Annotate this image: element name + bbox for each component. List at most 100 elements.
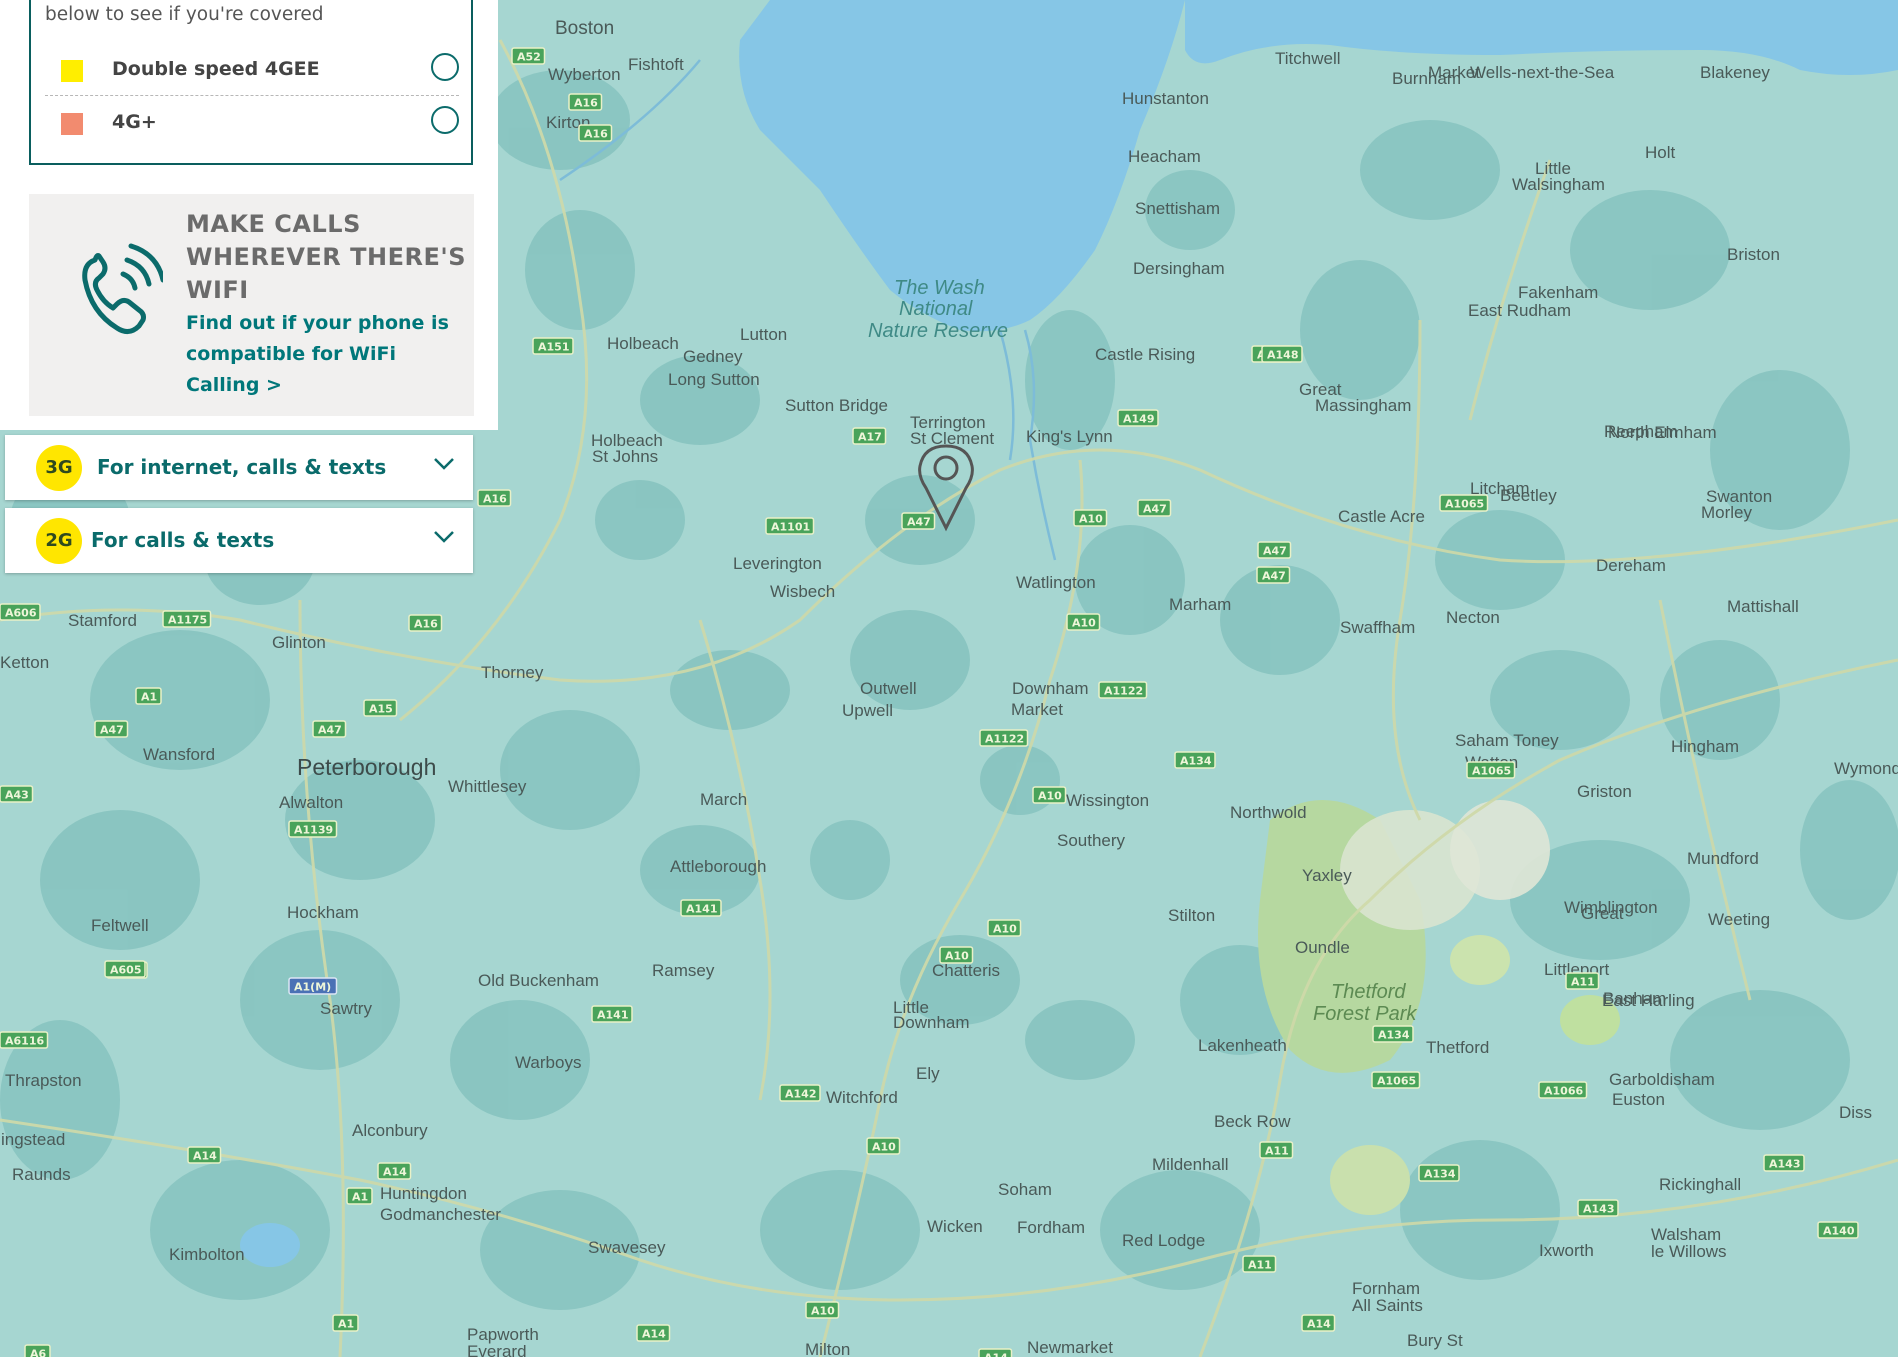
place-label: Garboldisham bbox=[1609, 1070, 1715, 1089]
road-shield: A47 bbox=[94, 720, 129, 738]
place-label: Weeting bbox=[1708, 910, 1770, 929]
place-label: Mildenhall bbox=[1152, 1155, 1229, 1174]
place-label: Boston bbox=[555, 18, 614, 39]
place-label: Southery bbox=[1057, 831, 1126, 850]
place-label: Sutton Bridge bbox=[785, 396, 888, 415]
road-shield: A142 bbox=[779, 1084, 821, 1102]
place-label: Warboys bbox=[515, 1053, 581, 1072]
place-label: St Johns bbox=[592, 447, 658, 466]
place-label: Soham bbox=[998, 1180, 1052, 1199]
svg-text:A17: A17 bbox=[858, 431, 882, 444]
place-label: Hockham bbox=[287, 903, 359, 922]
chevron-down-icon[interactable] bbox=[433, 530, 455, 544]
road-shield: A1065 bbox=[1439, 494, 1489, 512]
place-label: North Elmham bbox=[1608, 423, 1717, 442]
place-label: Dereham bbox=[1596, 556, 1666, 575]
radio-4g-plus[interactable] bbox=[431, 106, 459, 134]
road-shield: A15 bbox=[363, 699, 398, 717]
place-label: Bury St bbox=[1407, 1331, 1463, 1350]
svg-text:A1175: A1175 bbox=[168, 614, 207, 627]
svg-text:A10: A10 bbox=[1038, 790, 1062, 803]
svg-text:A605: A605 bbox=[110, 964, 141, 977]
svg-text:A1065: A1065 bbox=[1445, 498, 1484, 511]
place-label: Ramsey bbox=[652, 961, 715, 980]
svg-text:A606: A606 bbox=[5, 607, 37, 620]
road-shield: A1(M) bbox=[288, 977, 338, 995]
place-label: Peterborough bbox=[297, 754, 436, 780]
place-label: Titchwell bbox=[1275, 49, 1341, 68]
radio-4gee[interactable] bbox=[431, 53, 459, 81]
place-label: All Saints bbox=[1352, 1296, 1423, 1315]
road-shield: A14 bbox=[187, 1146, 222, 1164]
place-label: Wells-next-the-Sea bbox=[1470, 63, 1615, 82]
road-shield: A16 bbox=[568, 93, 603, 111]
place-label: Red Lodge bbox=[1122, 1231, 1205, 1250]
place-label: Oundle bbox=[1295, 938, 1350, 957]
road-shield: A141 bbox=[591, 1005, 633, 1023]
wifi-calling-link[interactable]: Find out if your phone is compatible for… bbox=[186, 308, 456, 401]
place-label: Fordham bbox=[1017, 1218, 1085, 1237]
road-shield: A134 bbox=[1174, 751, 1216, 769]
road-shield: A1066 bbox=[1538, 1081, 1588, 1099]
place-label: Castle Rising bbox=[1095, 345, 1195, 364]
place-label: Huntingdon bbox=[380, 1184, 467, 1203]
place-label: Wicken bbox=[927, 1217, 983, 1236]
place-label: Beetley bbox=[1500, 486, 1557, 505]
legend-box: Select either Double speed 4GEE or 4G be… bbox=[29, 0, 473, 165]
place-label: Chatteris bbox=[932, 961, 1000, 980]
place-label: Great bbox=[1581, 904, 1624, 923]
place-label: Yaxley bbox=[1302, 866, 1352, 885]
svg-text:A1065: A1065 bbox=[1472, 765, 1511, 778]
road-shield: A1175 bbox=[162, 610, 212, 628]
legend-item-double-speed-4gee[interactable]: Double speed 4GEE bbox=[45, 45, 459, 96]
road-shield: A47 bbox=[1257, 541, 1292, 559]
road-shield: A6116 bbox=[0, 1031, 49, 1049]
road-shield: A10 bbox=[1073, 509, 1108, 527]
road-shield: A143 bbox=[1577, 1199, 1619, 1217]
svg-text:A134: A134 bbox=[1424, 1168, 1456, 1181]
water-label: National bbox=[899, 298, 973, 320]
svg-text:A14: A14 bbox=[642, 1328, 666, 1341]
road-shield: A47 bbox=[312, 720, 347, 738]
place-label: Fakenham bbox=[1518, 283, 1598, 302]
road-shield: A17 bbox=[852, 427, 887, 445]
svg-text:A148: A148 bbox=[1267, 349, 1298, 362]
road-shield: A1 bbox=[135, 687, 162, 705]
place-label: King's Lynn bbox=[1026, 427, 1113, 446]
place-label: Northwold bbox=[1230, 803, 1307, 822]
place-label: Kimbolton bbox=[169, 1245, 245, 1264]
chevron-down-icon[interactable] bbox=[433, 457, 455, 471]
wifi-calling-card: MAKE CALLS WHEREVER THERE'S WIFI Find ou… bbox=[29, 194, 474, 416]
accordion-2g[interactable]: 2G For calls & texts bbox=[5, 508, 473, 573]
road-shield: A14 bbox=[1301, 1314, 1336, 1332]
phone-wifi-icon bbox=[82, 243, 163, 334]
legend-item-4g-plus[interactable]: 4G+ bbox=[45, 98, 459, 148]
place-label: Stilton bbox=[1168, 906, 1215, 925]
place-label: Mattishall bbox=[1727, 597, 1799, 616]
place-label: Witchford bbox=[826, 1088, 898, 1107]
accordion-3g[interactable]: 3G For internet, calls & texts bbox=[5, 435, 473, 500]
svg-text:A140: A140 bbox=[1823, 1225, 1855, 1238]
place-label: Holt bbox=[1645, 143, 1676, 162]
road-shield: A606 bbox=[0, 603, 41, 621]
place-label: Morley bbox=[1701, 503, 1753, 522]
road-shield: A149 bbox=[1117, 409, 1159, 427]
place-label: Snettisham bbox=[1135, 199, 1220, 218]
badge-3g: 3G bbox=[36, 445, 82, 491]
place-label: Sawtry bbox=[320, 999, 372, 1018]
place-label: Mundford bbox=[1687, 849, 1759, 868]
coverage-panel: Select either Double speed 4GEE or 4G be… bbox=[0, 0, 498, 430]
road-shield: A16 bbox=[578, 124, 613, 142]
place-label: Swavesey bbox=[588, 1238, 666, 1257]
place-label: Outwell bbox=[860, 679, 917, 698]
place-label: Whittlesey bbox=[448, 777, 527, 796]
road-shield: A605 bbox=[104, 960, 146, 978]
svg-text:A1: A1 bbox=[141, 691, 157, 704]
svg-text:A10: A10 bbox=[1079, 513, 1103, 526]
legend-label: 4G+ bbox=[112, 111, 157, 133]
place-label: Wymondham bbox=[1834, 759, 1898, 778]
svg-text:A1101: A1101 bbox=[771, 521, 810, 534]
place-label: Glinton bbox=[272, 633, 326, 652]
place-label: Wissington bbox=[1066, 791, 1149, 810]
road-shield: A148 bbox=[1261, 345, 1303, 363]
